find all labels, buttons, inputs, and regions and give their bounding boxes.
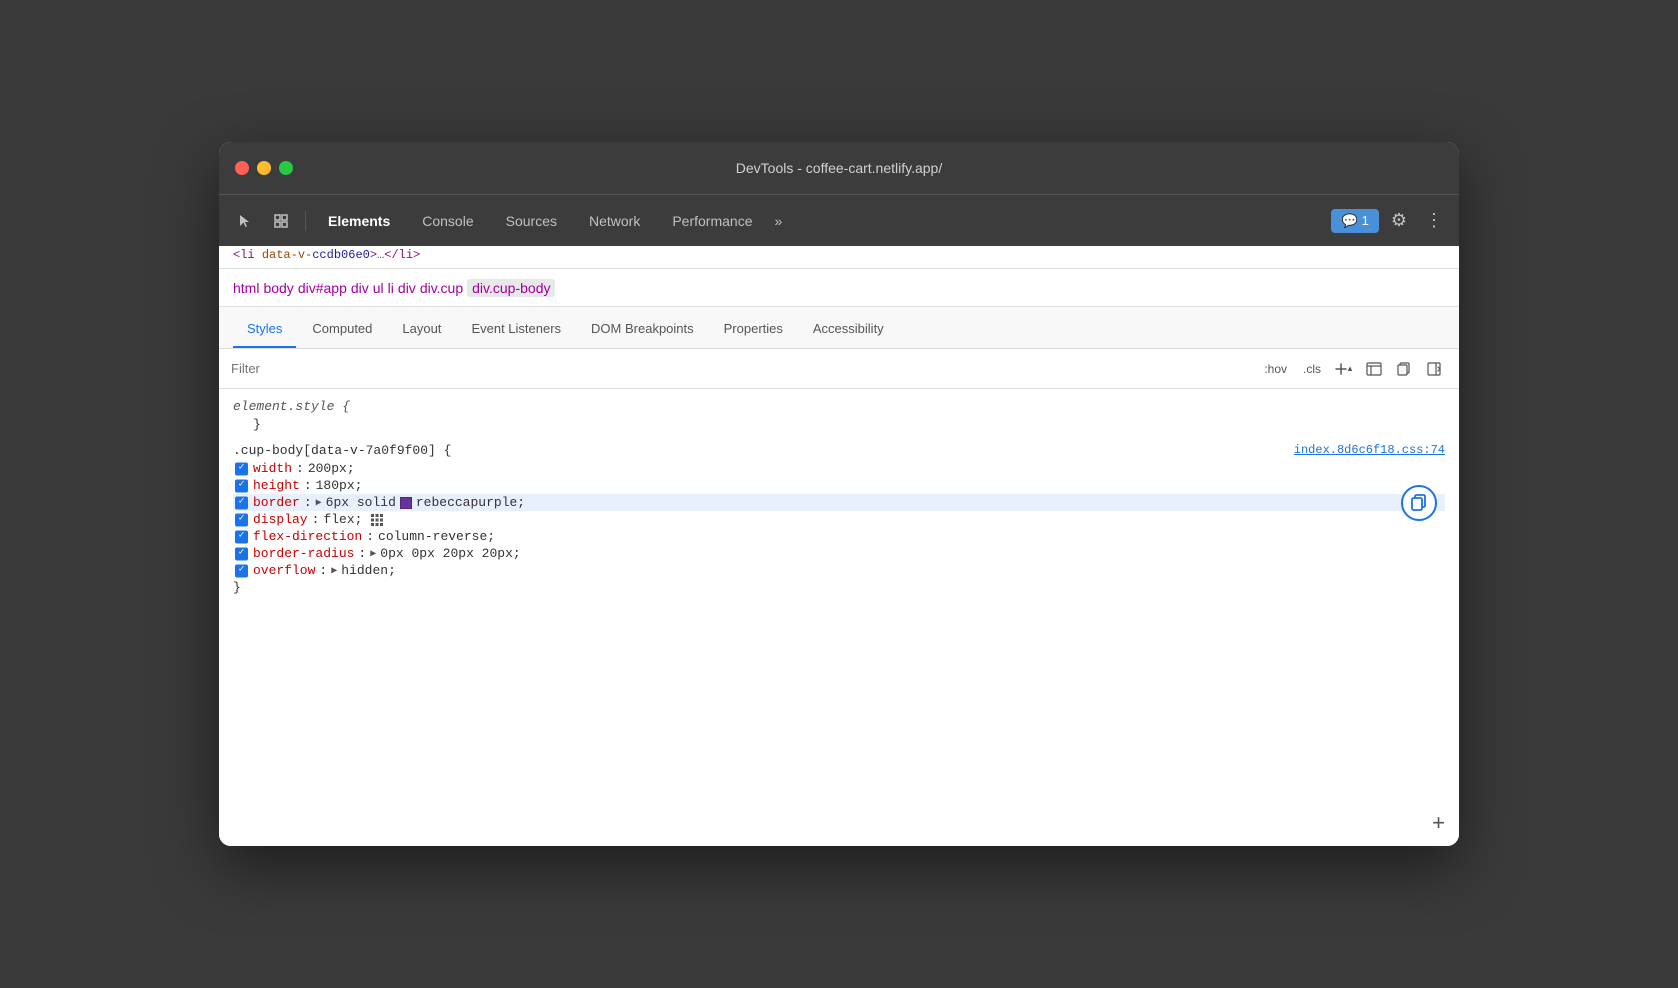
selected-attr-name: data-v- <box>262 248 312 262</box>
hov-button[interactable]: :hov <box>1258 360 1293 378</box>
close-button[interactable] <box>235 161 249 175</box>
toggle-sidebar-button[interactable] <box>1421 356 1447 382</box>
prop-value-border-color: rebeccapurple; <box>416 495 525 510</box>
console-badge-button[interactable]: 💬 1 <box>1331 209 1378 233</box>
checkbox-overflow[interactable] <box>235 564 248 577</box>
prop-value-height: 180px; <box>316 478 363 493</box>
prop-name-display: display <box>253 512 308 527</box>
window-title: DevTools - coffee-cart.netlify.app/ <box>736 160 942 176</box>
minimize-button[interactable] <box>257 161 271 175</box>
subtabs-bar: Styles Computed Layout Event Listeners D… <box>219 307 1459 349</box>
prop-row-display: display : flex; <box>233 511 1445 528</box>
prop-value-display: flex; <box>323 512 362 527</box>
more-tabs-button[interactable]: » <box>771 207 787 235</box>
filter-bar: :hov .cls ▲ <box>219 349 1459 389</box>
more-options-button[interactable]: ⋮ <box>1419 206 1449 235</box>
prop-row-flex-direction: flex-direction : column-reverse; <box>233 528 1445 545</box>
prop-row-border: border : ▶ 6px solid rebeccapurple; <box>233 494 1445 511</box>
settings-button[interactable]: ⚙ <box>1385 206 1413 235</box>
prop-value-border-size: 6px solid <box>326 495 396 510</box>
subtab-styles[interactable]: Styles <box>233 313 296 348</box>
element-style-selector: element.style { <box>233 399 1445 414</box>
border-arrow[interactable]: ▶ <box>316 497 322 509</box>
breadcrumb: html body div#app div ul li div div.cup … <box>219 269 1459 307</box>
prop-value-width: 200px; <box>308 461 355 476</box>
element-style-close: } <box>233 416 1445 433</box>
badge-count: 1 <box>1362 213 1369 228</box>
subtab-properties[interactable]: Properties <box>710 313 797 348</box>
devtools-window: DevTools - coffee-cart.netlify.app/ Elem… <box>219 142 1459 846</box>
bc-divcupbody[interactable]: div.cup-body <box>467 279 555 297</box>
traffic-lights <box>235 161 293 175</box>
bc-li[interactable]: li <box>388 280 394 296</box>
cursor-icon[interactable] <box>229 205 261 237</box>
checkbox-border-radius[interactable] <box>235 547 248 560</box>
checkbox-border[interactable] <box>235 496 248 509</box>
selected-element-bar: <li data-v-ccdb06e0>…</li> <box>219 246 1459 269</box>
copy-styles-button[interactable] <box>1391 356 1417 382</box>
prop-name-border-radius: border-radius <box>253 546 354 561</box>
tab-performance[interactable]: Performance <box>658 207 766 235</box>
subtab-layout[interactable]: Layout <box>388 313 455 348</box>
checkbox-flex-direction[interactable] <box>235 530 248 543</box>
toolbar: Elements Console Sources Network Perform… <box>219 194 1459 246</box>
cls-button[interactable]: .cls <box>1297 360 1327 378</box>
prop-name-overflow: overflow <box>253 563 315 578</box>
color-swatch-rebeccapurple[interactable] <box>400 497 412 509</box>
maximize-button[interactable] <box>279 161 293 175</box>
rule-close-brace: } <box>233 579 1445 596</box>
bc-div2[interactable]: div <box>398 280 416 296</box>
css-panel: element.style { } .cup-body[data-v-7a0f9… <box>219 389 1459 846</box>
bc-div[interactable]: div <box>351 280 369 296</box>
toolbar-right: 💬 1 ⚙ ⋮ <box>1331 206 1449 235</box>
inspect-icon[interactable] <box>265 205 297 237</box>
badge-icon: 💬 <box>1341 213 1357 229</box>
bc-divcup[interactable]: div.cup <box>420 280 463 296</box>
checkbox-height[interactable] <box>235 479 248 492</box>
bc-body[interactable]: body <box>263 280 293 296</box>
cup-body-rule-block: .cup-body[data-v-7a0f9f00] { index.8d6c6… <box>233 443 1445 596</box>
overflow-arrow[interactable]: ▶ <box>331 565 337 577</box>
prop-row-border-radius: border-radius : ▶ 0px 0px 20px 20px; <box>233 545 1445 562</box>
checkbox-display[interactable] <box>235 513 248 526</box>
prop-value-flex-direction: column-reverse; <box>378 529 495 544</box>
prop-name-width: width <box>253 461 292 476</box>
checkbox-width[interactable] <box>235 462 248 475</box>
selected-attr-val: ccdb06e0 <box>312 248 370 262</box>
prop-row-overflow: overflow : ▶ hidden; <box>233 562 1445 579</box>
tab-elements[interactable]: Elements <box>314 207 404 235</box>
tab-sources[interactable]: Sources <box>492 207 571 235</box>
add-style-button[interactable]: ▲ <box>1331 356 1357 382</box>
subtab-computed[interactable]: Computed <box>298 313 386 348</box>
css-file-link[interactable]: index.8d6c6f18.css:74 <box>1294 443 1445 457</box>
element-style-block: element.style { } <box>233 399 1445 433</box>
filter-tools: :hov .cls ▲ <box>1258 356 1447 382</box>
title-bar: DevTools - coffee-cart.netlify.app/ <box>219 142 1459 194</box>
prop-value-border-radius: 0px 0px 20px 20px; <box>380 546 520 561</box>
prop-name-border: border <box>253 495 300 510</box>
selected-tag-open: <li <box>233 248 262 262</box>
bc-ul[interactable]: ul <box>373 280 384 296</box>
tab-network[interactable]: Network <box>575 207 654 235</box>
prop-row-width: width : 200px; <box>233 460 1445 477</box>
bc-divapp[interactable]: div#app <box>298 280 347 296</box>
tab-console[interactable]: Console <box>408 207 487 235</box>
subtab-dom-breakpoints[interactable]: DOM Breakpoints <box>577 313 708 348</box>
filter-input[interactable] <box>231 361 1250 376</box>
flex-grid-icon[interactable] <box>370 513 384 527</box>
prop-value-overflow: hidden; <box>341 563 396 578</box>
devtools-body: <li data-v-ccdb06e0>…</li> html body div… <box>219 246 1459 846</box>
prop-row-height: height : 180px; <box>233 477 1445 494</box>
bc-html[interactable]: html <box>233 280 259 296</box>
cup-body-selector: .cup-body[data-v-7a0f9f00] { index.8d6c6… <box>233 443 1445 458</box>
inspect-styles-button[interactable] <box>1361 356 1387 382</box>
add-rule-button[interactable]: + <box>1432 810 1445 836</box>
border-radius-arrow[interactable]: ▶ <box>370 548 376 560</box>
subtab-event-listeners[interactable]: Event Listeners <box>457 313 575 348</box>
prop-name-flex-direction: flex-direction <box>253 529 362 544</box>
subtab-accessibility[interactable]: Accessibility <box>799 313 898 348</box>
toolbar-divider <box>305 211 306 231</box>
prop-name-height: height <box>253 478 300 493</box>
